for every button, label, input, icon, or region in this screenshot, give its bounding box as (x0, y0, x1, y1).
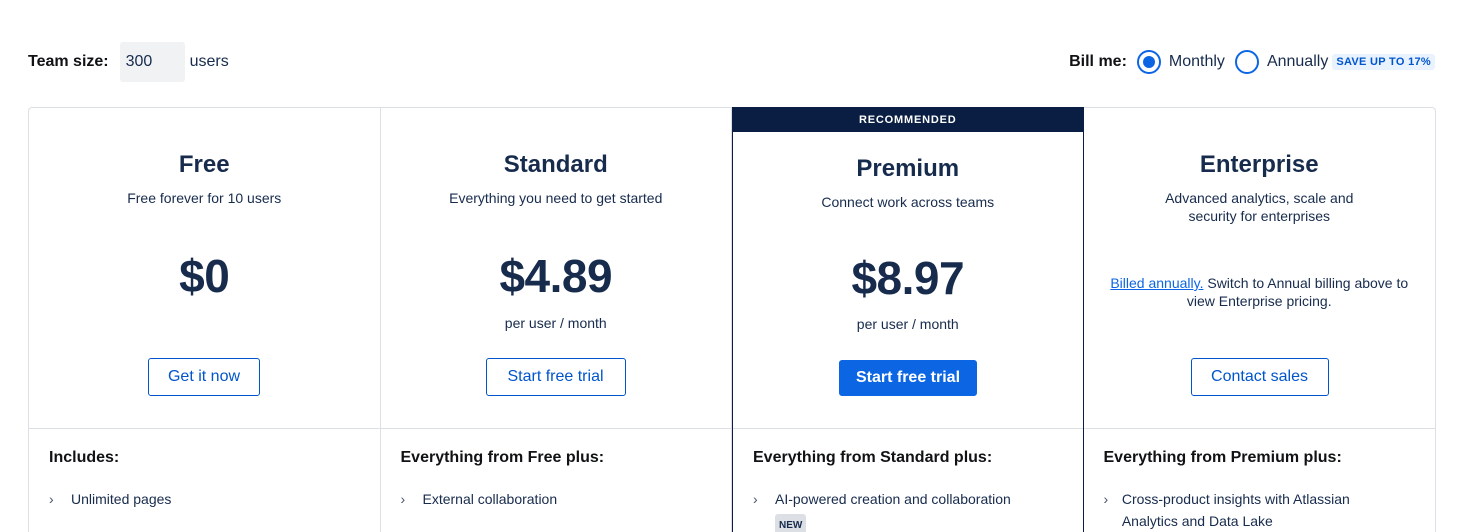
plan-tagline: Everything you need to get started (449, 190, 663, 206)
plan-card-enterprise: Enterprise Advanced analytics, scale and… (1083, 108, 1435, 532)
plan-tagline: Advanced analytics, scale and security f… (1165, 190, 1354, 224)
radio-monthly[interactable] (1136, 50, 1161, 74)
plan-card-standard: Standard Everything you need to get star… (380, 108, 732, 532)
plan-tagline: Free forever for 10 users (127, 190, 282, 206)
team-size-label: Team size: (28, 53, 109, 70)
recommended-banner: RECOMMENDED (733, 108, 1083, 132)
feature-item: › Cross-product insights with Atlassian … (1104, 488, 1404, 532)
team-size-input[interactable] (119, 42, 185, 82)
plan-price: $4.89 (499, 250, 613, 302)
plan-name: Free (178, 151, 230, 178)
contact-sales-button[interactable]: Contact sales (1190, 358, 1329, 396)
features-title: Everything from Premium plus: (1103, 449, 1342, 466)
chevron-right-icon: › (400, 491, 406, 507)
feature-item: › External collaboration (401, 488, 558, 510)
features-title: Everything from Free plus: (400, 449, 605, 466)
features-title: Includes: (49, 449, 120, 466)
plan-price: $8.97 (851, 252, 965, 304)
plan-price: $0 (179, 250, 230, 302)
plan-card-free: Free Free forever for 10 users $0 Get it… (29, 108, 381, 532)
feature-text: External collaboration (422, 491, 558, 507)
save-badge: SAVE UP TO 17% (1332, 54, 1435, 70)
radio-annually[interactable] (1234, 50, 1259, 74)
price-period: per user / month (856, 316, 959, 332)
plan-name: Standard (503, 151, 608, 178)
start-free-trial-button-primary[interactable]: Start free trial (839, 360, 977, 396)
pricing-cards: Free Free forever for 10 users $0 Get it… (28, 107, 1436, 532)
radio-monthly-label[interactable]: Monthly (1169, 53, 1225, 71)
team-size-control: Team size: users (28, 42, 229, 82)
get-it-now-button[interactable]: Get it now (148, 358, 260, 396)
price-period: per user / month (504, 315, 607, 331)
billed-annually-link[interactable]: Billed annually. (1110, 275, 1203, 291)
plan-card-premium: RECOMMENDED Premium Connect work across … (732, 107, 1084, 532)
feature-item: › Unlimited pages (49, 488, 171, 510)
team-size-unit: users (189, 53, 229, 70)
billing-toggle: Bill me: Monthly Annually SAVE UP TO 17% (1069, 42, 1435, 82)
enterprise-note-text: Switch to Annual billing above to view E… (1186, 275, 1409, 309)
features-title: Everything from Standard plus: (753, 449, 993, 466)
billing-label: Bill me: (1069, 53, 1127, 70)
plan-name: Enterprise (1199, 151, 1319, 178)
new-badge: NEW (775, 514, 807, 532)
divider (380, 428, 731, 429)
feature-text: Unlimited pages (71, 491, 172, 507)
chevron-right-icon: › (49, 491, 54, 507)
divider (29, 428, 380, 429)
feature-body: AI-powered creation and collaboration NE… (775, 488, 1011, 532)
radio-annually-label[interactable]: Annually (1267, 53, 1328, 71)
plan-name: Premium (856, 155, 960, 182)
feature-text: AI-powered creation and collaboration (775, 491, 1011, 507)
divider (733, 428, 1083, 429)
chevron-right-icon: › (753, 491, 758, 507)
feature-text: Cross-product insights with Atlassian An… (1121, 491, 1350, 529)
chevron-right-icon: › (1103, 491, 1109, 507)
plan-tagline: Connect work across teams (821, 194, 995, 210)
start-free-trial-button[interactable]: Start free trial (485, 358, 626, 396)
divider (1083, 428, 1435, 429)
enterprise-billing-note: Billed annually. Switch to Annual billin… (1106, 274, 1414, 310)
feature-item: › AI-powered creation and collaboration … (753, 488, 1011, 532)
